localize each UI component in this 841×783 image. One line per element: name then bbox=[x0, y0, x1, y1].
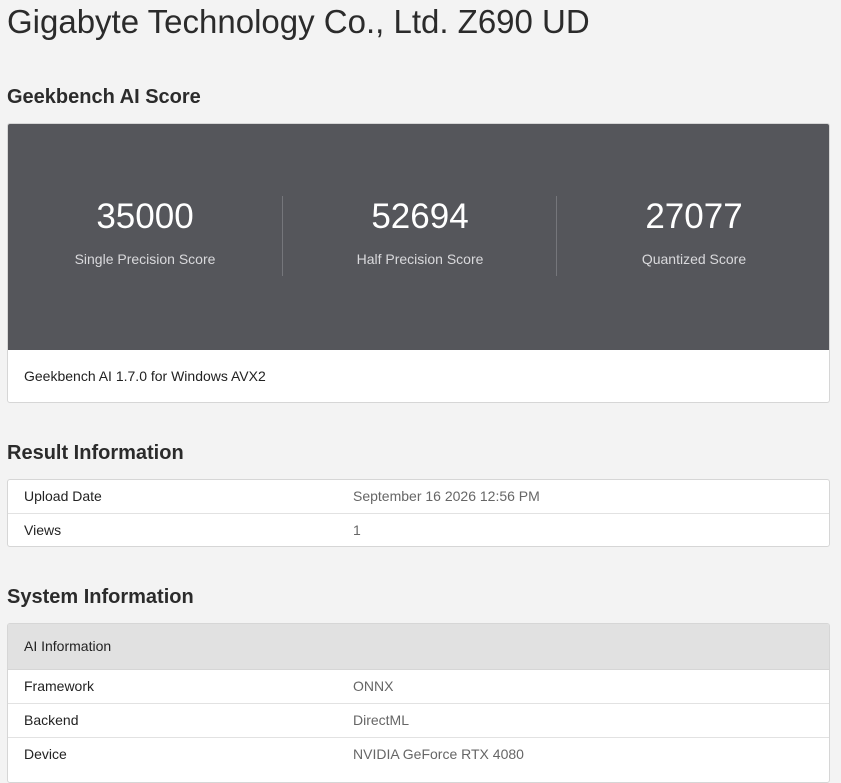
score-value: 35000 bbox=[96, 197, 194, 236]
row-value: September 16 2026 12:56 PM bbox=[353, 488, 540, 504]
row-value: ONNX bbox=[353, 678, 394, 694]
score-panel: 35000 Single Precision Score 52694 Half … bbox=[8, 124, 829, 350]
benchmark-version: Geekbench AI 1.7.0 for Windows AVX2 bbox=[24, 368, 266, 384]
single-precision-score: 35000 Single Precision Score bbox=[8, 124, 282, 350]
score-card: 35000 Single Precision Score 52694 Half … bbox=[7, 123, 830, 403]
row-value: DirectML bbox=[353, 712, 410, 728]
score-label: Single Precision Score bbox=[74, 251, 216, 267]
table-row: Upload Date September 16 2026 12:56 PM bbox=[8, 480, 829, 514]
system-information-table: AI Information Framework ONNX Backend Di… bbox=[7, 623, 830, 783]
ai-information-header: AI Information bbox=[8, 624, 829, 670]
table-row: Views 1 bbox=[8, 514, 829, 546]
score-label: Quantized Score bbox=[641, 251, 747, 267]
row-key: Backend bbox=[24, 712, 79, 728]
row-value: 1 bbox=[353, 522, 361, 538]
row-key: Views bbox=[24, 522, 62, 538]
row-key: Device bbox=[24, 746, 67, 762]
half-precision-score: 52694 Half Precision Score bbox=[283, 124, 557, 350]
row-key: Framework bbox=[24, 678, 95, 694]
row-value: NVIDIA GeForce RTX 4080 bbox=[353, 746, 524, 762]
score-section-heading: Geekbench AI Score bbox=[7, 86, 201, 108]
page-title: Gigabyte Technology Co., Ltd. Z690 UD bbox=[7, 3, 590, 40]
quantized-score: 27077 Quantized Score bbox=[557, 124, 829, 350]
score-value: 52694 bbox=[371, 197, 469, 236]
table-row: Backend DirectML bbox=[8, 704, 829, 738]
system-section-heading: System Information bbox=[7, 586, 194, 608]
score-label: Half Precision Score bbox=[356, 251, 484, 267]
table-row: Device NVIDIA GeForce RTX 4080 bbox=[8, 738, 829, 771]
score-value: 27077 bbox=[645, 197, 743, 236]
table-row: Framework ONNX bbox=[8, 670, 829, 704]
result-information-table: Upload Date September 16 2026 12:56 PM V… bbox=[7, 479, 830, 547]
result-section-heading: Result Information bbox=[7, 442, 184, 464]
row-key: Upload Date bbox=[24, 488, 102, 504]
